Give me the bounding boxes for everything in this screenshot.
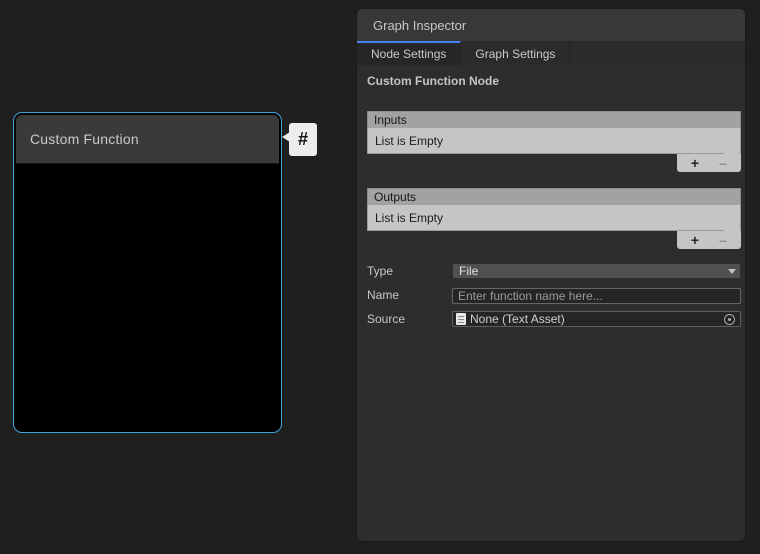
tab-node-settings[interactable]: Node Settings [357,41,461,65]
source-object-field[interactable]: None (Text Asset) [452,311,741,327]
inputs-list-empty-row: List is Empty [367,128,741,154]
inputs-add-button[interactable]: + [685,156,705,170]
text-asset-icon [456,313,466,325]
outputs-remove-button[interactable]: – [713,233,733,247]
object-picker-icon[interactable] [724,314,735,325]
inputs-empty-label: List is Empty [375,134,443,148]
node-preview-area [16,164,279,430]
node-settings-form: Type File Name Source [367,263,741,327]
source-label: Source [367,312,452,326]
graph-inspector-titlebar[interactable]: Graph Inspector [357,9,745,41]
inputs-list-header: Inputs [367,111,741,128]
outputs-list-header: Outputs [367,188,741,205]
custom-function-node[interactable]: Custom Function [13,112,282,433]
tab-graph-settings-label: Graph Settings [475,47,555,61]
inputs-list-footer: + – [677,154,741,172]
tab-graph-settings[interactable]: Graph Settings [461,41,570,65]
inputs-remove-button[interactable]: – [713,156,733,170]
source-object-value: None (Text Asset) [470,312,724,326]
name-row: Name [367,287,741,303]
hash-icon: # [298,129,308,150]
type-label: Type [367,264,452,278]
outputs-list-footer: + – [677,231,741,249]
inspector-tabbar: Node Settings Graph Settings [357,41,745,65]
outputs-list-empty-row: List is Empty [367,205,741,231]
outputs-list-title: Outputs [374,190,416,204]
source-row: Source None (Text Asset) [367,311,741,327]
inputs-list-title: Inputs [374,113,407,127]
node-title: Custom Function [30,131,139,147]
type-dropdown-value: File [459,264,478,278]
shader-graph-window: { "canvas": { "background_color": "#1f1f… [0,0,760,554]
inspector-content: Custom Function Node Inputs List is Empt… [357,65,745,327]
function-name-input[interactable] [452,288,741,304]
node-header[interactable]: Custom Function [16,115,279,164]
outputs-list-footer-row: + – [367,231,741,250]
chevron-down-icon [728,269,736,274]
tab-node-settings-label: Node Settings [371,47,446,61]
inputs-list: Inputs List is Empty + – [367,111,741,173]
type-row: Type File [367,263,741,279]
outputs-empty-label: List is Empty [375,211,443,225]
outputs-add-button[interactable]: + [685,233,705,247]
graph-inspector-title: Graph Inspector [373,18,466,33]
type-dropdown[interactable]: File [452,263,741,279]
outputs-list: Outputs List is Empty + – [367,188,741,250]
name-label: Name [367,288,452,302]
node-settings-heading: Custom Function Node [367,74,741,88]
graph-inspector-panel: Graph Inspector Node Settings Graph Sett… [356,8,746,542]
inputs-list-footer-row: + – [367,154,741,173]
node-hash-badge[interactable]: # [289,123,317,156]
